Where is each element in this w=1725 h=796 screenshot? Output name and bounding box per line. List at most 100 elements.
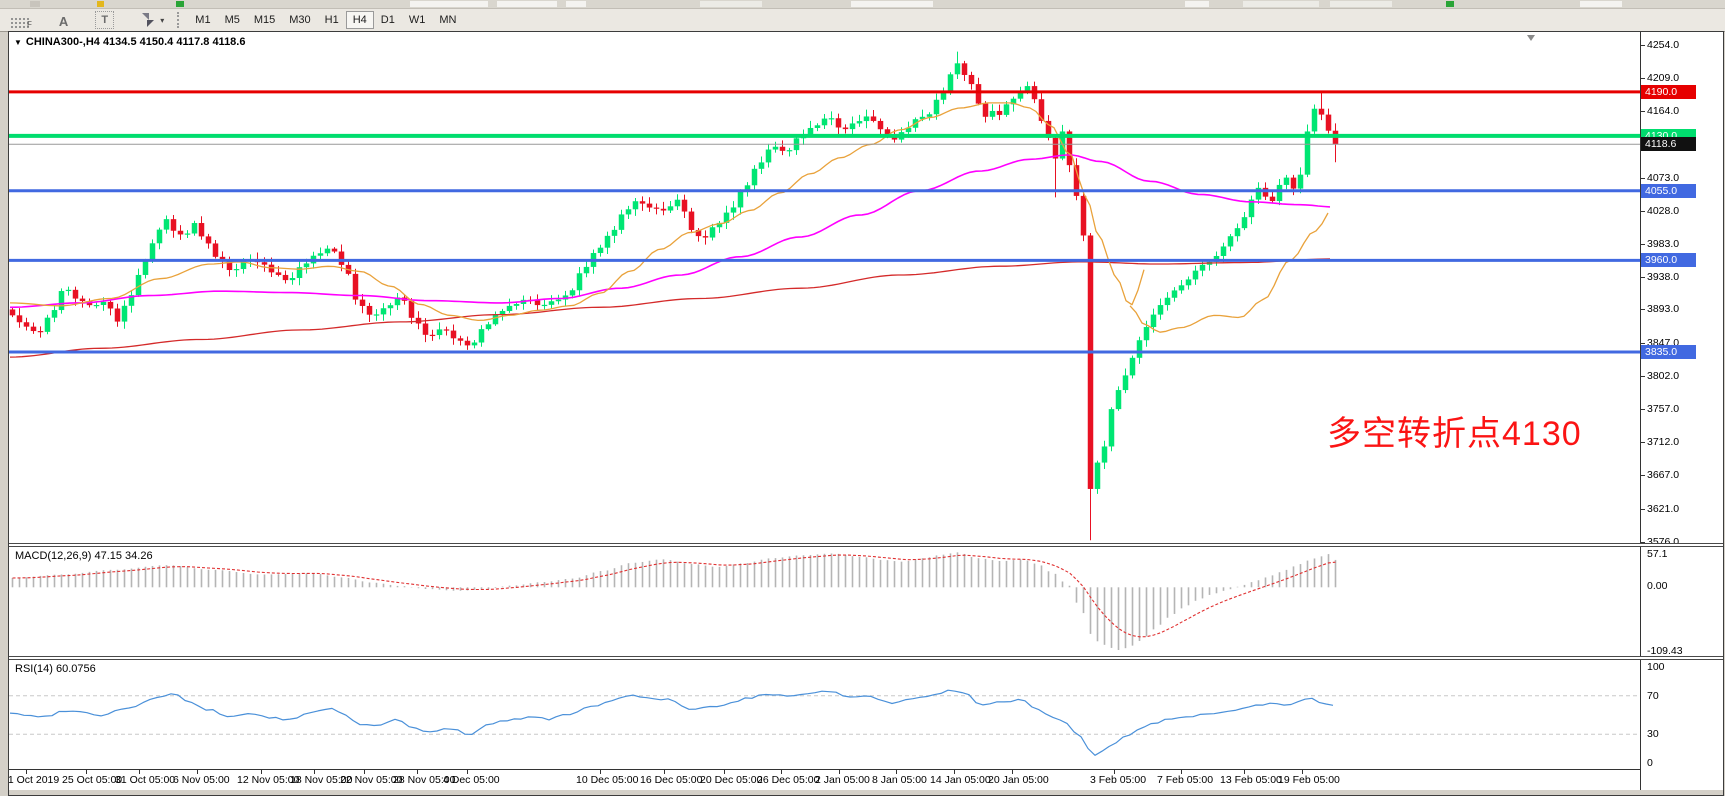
pane-separator-rsi[interactable] bbox=[9, 656, 1723, 660]
text-tool-button[interactable]: T bbox=[89, 10, 120, 30]
price-tick-mark bbox=[1641, 277, 1645, 278]
price-tick-label: 4209.0 bbox=[1647, 72, 1679, 84]
grid-f-label: F bbox=[27, 20, 32, 29]
timeframe-button-m15[interactable]: M15 bbox=[247, 11, 282, 29]
chart-shift-marker-icon bbox=[1527, 35, 1535, 41]
price-tick-mark bbox=[1641, 309, 1645, 310]
current-price-tag: 4118.6 bbox=[1641, 137, 1696, 151]
timeframe-button-h4[interactable]: H4 bbox=[346, 11, 374, 29]
text-label-tool-button[interactable]: A bbox=[53, 10, 74, 30]
price-tick-label: 3983.0 bbox=[1647, 238, 1679, 250]
price-tick-mark bbox=[1641, 78, 1645, 79]
time-tick-label: 16 Dec 05:00 bbox=[640, 774, 702, 786]
time-tick-label: 4 Dec 05:00 bbox=[443, 774, 500, 786]
price-tick-label: 3667.0 bbox=[1647, 469, 1679, 481]
price-tick-mark bbox=[1641, 376, 1645, 377]
price-tick-mark bbox=[1641, 111, 1645, 112]
price-tick-mark bbox=[1641, 178, 1645, 179]
toolbar-fragment bbox=[700, 1, 762, 7]
chart-dropdown-icon[interactable]: ▼ bbox=[14, 38, 22, 47]
toolbar-grip[interactable] bbox=[177, 12, 182, 28]
timeframe-group: M1M5M15M30H1H4D1W1MN bbox=[188, 9, 463, 31]
time-tick-label: 7 Feb 05:00 bbox=[1157, 774, 1213, 786]
price-tick-mark bbox=[1641, 211, 1645, 212]
price-tick-mark bbox=[1641, 244, 1645, 245]
timeframe-button-m30[interactable]: M30 bbox=[282, 11, 317, 29]
rsi-canvas[interactable] bbox=[9, 660, 1640, 769]
price-line-tag: 4190.0 bbox=[1641, 85, 1696, 99]
price-tick-mark bbox=[1641, 509, 1645, 510]
toolbar-fragment bbox=[97, 1, 104, 7]
price-tick-label: 3621.0 bbox=[1647, 503, 1679, 515]
arrow-objects-tool-button[interactable]: ▾ bbox=[135, 10, 170, 30]
chart-annotation: 多空转折点4130 bbox=[1327, 406, 1582, 455]
toolbar-fragment bbox=[410, 1, 488, 7]
dropdown-caret-icon: ▾ bbox=[160, 16, 164, 25]
time-tick-label: 2 Jan 05:00 bbox=[815, 774, 870, 786]
toolbar-fragment bbox=[176, 1, 184, 7]
toolbar-fragment bbox=[566, 1, 586, 7]
time-tick-label: 25 Oct 05:00 bbox=[62, 774, 122, 786]
price-tick-mark bbox=[1641, 409, 1645, 410]
macd-axis-label: 0.00 bbox=[1647, 580, 1667, 592]
chart-title: ▼ CHINA300-,H4 4134.5 4150.4 4117.8 4118… bbox=[14, 36, 245, 48]
time-tick-label: 6 Nov 05:00 bbox=[173, 774, 230, 786]
price-tick-label: 3802.0 bbox=[1647, 370, 1679, 382]
price-line-tag: 3960.0 bbox=[1641, 253, 1696, 267]
time-tick-label: 31 Oct 05:00 bbox=[115, 774, 175, 786]
price-tick-label: 3757.0 bbox=[1647, 403, 1679, 415]
toolbar-fragment bbox=[1580, 1, 1622, 7]
time-axis[interactable]: 21 Oct 201925 Oct 05:0031 Oct 05:006 Nov… bbox=[9, 769, 1722, 791]
time-tick-label: 20 Dec 05:00 bbox=[700, 774, 762, 786]
time-tick-label: 26 Dec 05:00 bbox=[757, 774, 819, 786]
time-tick-label: 10 Dec 05:00 bbox=[576, 774, 638, 786]
chart-title-text: CHINA300-,H4 4134.5 4150.4 4117.8 4118.6 bbox=[26, 36, 246, 48]
macd-canvas[interactable] bbox=[9, 547, 1640, 656]
chart-window: ▼ CHINA300-,H4 4134.5 4150.4 4117.8 4118… bbox=[8, 31, 1724, 796]
time-tick-label: 21 Oct 2019 bbox=[8, 774, 59, 786]
toolbar-fragment bbox=[30, 1, 40, 7]
text-label-icon: A bbox=[59, 14, 68, 29]
rsi-axis-label: 30 bbox=[1647, 728, 1659, 740]
main-chart-canvas[interactable] bbox=[9, 33, 1640, 543]
time-tick-label: 8 Jan 05:00 bbox=[872, 774, 927, 786]
toolbar-fragment bbox=[1243, 1, 1319, 7]
rsi-axis-label: 100 bbox=[1647, 661, 1665, 673]
rsi-axis-label: 70 bbox=[1647, 690, 1659, 702]
price-line-tag: 4055.0 bbox=[1641, 184, 1696, 198]
rsi-axis-label: 0 bbox=[1647, 757, 1653, 769]
window-bottom-edge bbox=[9, 790, 1723, 795]
text-tool-icon: T bbox=[95, 11, 114, 29]
price-tick-label: 3712.0 bbox=[1647, 436, 1679, 448]
toolbar-fragment bbox=[1446, 1, 1454, 7]
timeframe-button-m1[interactable]: M1 bbox=[188, 11, 217, 29]
macd-label: MACD(12,26,9) 47.15 34.26 bbox=[15, 550, 153, 562]
timeframe-button-d1[interactable]: D1 bbox=[374, 11, 402, 29]
toolbar-fragment bbox=[851, 1, 933, 7]
top-toolbar-partial bbox=[0, 0, 1725, 9]
timeframe-button-w1[interactable]: W1 bbox=[402, 11, 433, 29]
price-tick-mark bbox=[1641, 45, 1645, 46]
timeframe-button-m5[interactable]: M5 bbox=[218, 11, 247, 29]
time-tick-label: 14 Jan 05:00 bbox=[930, 774, 991, 786]
macd-axis-label: 57.1 bbox=[1647, 548, 1667, 560]
time-tick-label: 13 Feb 05:00 bbox=[1220, 774, 1282, 786]
time-tick-label: 19 Feb 05:00 bbox=[1278, 774, 1340, 786]
grid-f-tool-button[interactable]: F bbox=[3, 10, 38, 30]
price-tick-label: 4073.0 bbox=[1647, 172, 1679, 184]
rsi-label: RSI(14) 60.0756 bbox=[15, 663, 96, 675]
price-tick-label: 4254.0 bbox=[1647, 39, 1679, 51]
pane-separator-macd[interactable] bbox=[9, 543, 1723, 547]
toolbar-fragment bbox=[1185, 1, 1209, 7]
toolbar-fragment bbox=[1330, 1, 1392, 7]
price-tick-mark bbox=[1641, 442, 1645, 443]
price-tick-label: 4164.0 bbox=[1647, 105, 1679, 117]
timeframe-button-mn[interactable]: MN bbox=[432, 11, 463, 29]
time-tick-label: 3 Feb 05:00 bbox=[1090, 774, 1146, 786]
price-line-tag: 3835.0 bbox=[1641, 345, 1696, 359]
toolbar-fragment bbox=[497, 1, 557, 7]
price-axis[interactable]: 4254.04209.04164.04073.04028.03983.03938… bbox=[1640, 32, 1723, 790]
arrow-objects-icon bbox=[141, 13, 157, 27]
timeframe-button-h1[interactable]: H1 bbox=[318, 11, 346, 29]
drawing-toolbar: F A T ▾ M1M5M15M30H1H4D1W1MN bbox=[0, 9, 1725, 32]
